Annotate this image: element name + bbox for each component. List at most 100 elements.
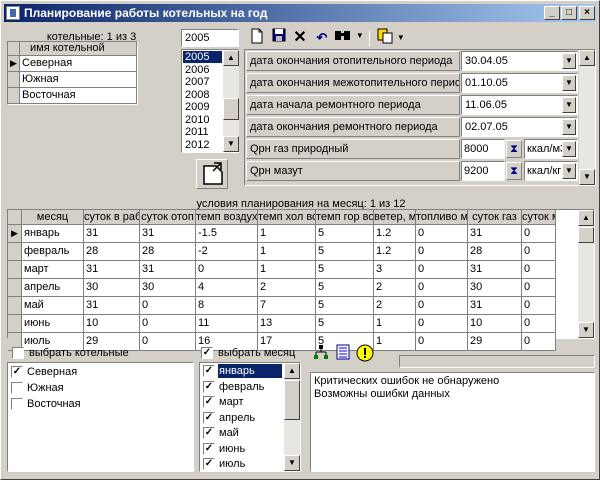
grid-cell[interactable]: 28 xyxy=(468,243,522,261)
grid-cell[interactable]: 0 xyxy=(416,315,468,333)
param-value-input[interactable]: 8000 xyxy=(461,139,505,159)
grid-row-indicator[interactable] xyxy=(8,261,22,279)
grid-cell[interactable]: 11 xyxy=(196,315,258,333)
grid-cell[interactable]: 0 xyxy=(522,279,556,297)
grid-cell[interactable]: 28 xyxy=(140,243,196,261)
open-button[interactable] xyxy=(196,159,228,189)
grid-cell[interactable]: 3 xyxy=(374,261,416,279)
grid-cell[interactable]: 1 xyxy=(374,333,416,351)
grid-scroll-thumb[interactable] xyxy=(578,227,594,243)
grid-column-header[interactable]: суток м xyxy=(522,210,556,225)
boiler-checkbox[interactable] xyxy=(11,398,23,410)
month-checkbox[interactable]: ✓ xyxy=(203,380,215,393)
year-list[interactable]: 2005 2006 2007 2008 2009 2010 2011 2012 ▲ ▼ xyxy=(181,49,239,153)
grid-row-indicator[interactable] xyxy=(8,279,22,297)
grid-cell[interactable]: -2 xyxy=(196,243,258,261)
grid-cell[interactable]: 0 xyxy=(140,297,196,315)
grid-cell[interactable]: июнь xyxy=(22,315,84,333)
grid-column-header[interactable]: топливо мазут xyxy=(416,210,468,225)
grid-cell[interactable]: 28 xyxy=(84,243,140,261)
year-option[interactable]: 2007 xyxy=(183,76,222,88)
params-scroll-down-icon[interactable]: ▼ xyxy=(579,169,595,185)
tree-structure-icon[interactable] xyxy=(311,344,331,364)
grid-cell[interactable]: 29 xyxy=(468,333,522,351)
grid-row-indicator[interactable] xyxy=(8,297,22,315)
grid-cell[interactable]: 31 xyxy=(468,261,522,279)
undo-icon[interactable]: ↶ xyxy=(312,28,332,48)
grid-cell[interactable]: 0 xyxy=(522,333,556,351)
params-scrollbar[interactable]: ▲ ▼ xyxy=(579,50,595,185)
param-value-input[interactable]: 9200 xyxy=(461,161,505,181)
grid-cell[interactable]: 2 xyxy=(258,279,316,297)
grid-cell[interactable]: 5 xyxy=(316,279,374,297)
grid-cell[interactable]: 0 xyxy=(522,243,556,261)
year-option[interactable]: 2009 xyxy=(183,101,222,113)
grid-cell[interactable]: 31 xyxy=(468,297,522,315)
grid-column-header[interactable]: ветер, м/с xyxy=(374,210,416,225)
grid-column-header[interactable]: суток газ xyxy=(468,210,522,225)
grid-cell[interactable]: 30 xyxy=(84,279,140,297)
grid-column-header[interactable]: темп гор вод xyxy=(316,210,374,225)
find-dropdown-icon[interactable]: ▼ xyxy=(356,31,364,40)
save-icon[interactable] xyxy=(269,28,289,48)
hourglass-icon[interactable]: ⧗ xyxy=(506,140,522,158)
close-button[interactable]: × xyxy=(579,6,595,20)
find-button[interactable]: ▼ xyxy=(333,28,365,48)
select-boilers-checkbox[interactable] xyxy=(12,347,24,359)
month-checkbox[interactable]: ✓ xyxy=(203,427,215,439)
param-date-input[interactable]: 01.10.05 ▼ xyxy=(461,73,578,93)
copy-dropdown-icon[interactable]: ▼ xyxy=(397,33,405,42)
unit-select[interactable]: ккал/кг ▼ xyxy=(524,161,578,181)
grid-cell[interactable]: 1 xyxy=(258,225,316,243)
warning-icon[interactable] xyxy=(355,344,375,364)
grid-cell[interactable]: 1 xyxy=(374,315,416,333)
grid-column-header[interactable]: месяц xyxy=(22,210,84,225)
grid-cell[interactable]: 0 xyxy=(522,225,556,243)
boiler-row[interactable]: Восточная xyxy=(20,88,137,104)
grid-cell[interactable]: 1 xyxy=(258,243,316,261)
grid-cell[interactable]: 1.2 xyxy=(374,225,416,243)
chevron-down-icon[interactable]: ▼ xyxy=(562,119,576,135)
list-icon[interactable] xyxy=(333,344,353,364)
boiler-row[interactable]: Северная xyxy=(20,56,137,72)
scroll-down-icon[interactable]: ▼ xyxy=(223,136,239,152)
chevron-down-icon[interactable]: ▼ xyxy=(562,141,576,157)
grid-cell[interactable]: 31 xyxy=(84,297,140,315)
boiler-checkbox[interactable]: ✓ xyxy=(11,366,23,378)
year-option[interactable]: 2006 xyxy=(183,64,222,76)
param-date-input[interactable]: 11.06.05 ▼ xyxy=(461,95,578,115)
minimize-button[interactable]: _ xyxy=(544,6,560,20)
param-date-input[interactable]: 30.04.05 ▼ xyxy=(461,51,578,71)
grid-cell[interactable]: 0 xyxy=(522,297,556,315)
month-checkbox[interactable]: ✓ xyxy=(203,365,215,377)
months-scroll-down-icon[interactable]: ▼ xyxy=(284,455,300,471)
grid-cell[interactable]: 0 xyxy=(522,315,556,333)
chevron-down-icon[interactable]: ▼ xyxy=(562,163,576,179)
select-months-checkbox[interactable]: ✓ xyxy=(201,347,213,359)
months-checklist[interactable]: ✓ январь ✓ февраль ✓ март ✓ апрель ✓ май ✓ июнь ✓ июл… xyxy=(199,362,301,472)
year-option[interactable]: 2008 xyxy=(183,89,222,101)
grid-cell[interactable]: 31 xyxy=(84,261,140,279)
grid-scroll-down-icon[interactable]: ▼ xyxy=(578,322,594,338)
year-option[interactable]: 2010 xyxy=(183,114,222,126)
year-option[interactable]: 2011 xyxy=(183,126,222,138)
delete-icon[interactable]: ✕ xyxy=(290,28,310,48)
param-date-input[interactable]: 02.07.05 ▼ xyxy=(461,117,578,137)
months-scroll-thumb[interactable] xyxy=(284,380,300,420)
grid-column-header[interactable]: суток отоп xyxy=(140,210,196,225)
title-bar[interactable]: Планирование работы котельных на год _ □… xyxy=(4,4,596,22)
grid-column-header[interactable]: темп хол вод xyxy=(258,210,316,225)
grid-cell[interactable]: 0 xyxy=(140,315,196,333)
grid-cell[interactable]: -1.5 xyxy=(196,225,258,243)
grid-cell[interactable]: 5 xyxy=(316,297,374,315)
grid-cell[interactable]: 13 xyxy=(258,315,316,333)
grid-cell[interactable]: 5 xyxy=(316,225,374,243)
year-input[interactable]: 2005 xyxy=(181,29,239,47)
grid-column-header[interactable]: темп воздуха xyxy=(196,210,258,225)
grid-cell[interactable]: 2 xyxy=(374,297,416,315)
maximize-button[interactable]: □ xyxy=(561,6,577,20)
chevron-down-icon[interactable]: ▼ xyxy=(562,75,576,91)
month-checkbox[interactable]: ✓ xyxy=(203,396,215,408)
grid-cell[interactable]: 0 xyxy=(416,225,468,243)
year-scroll-thumb[interactable] xyxy=(223,98,239,120)
